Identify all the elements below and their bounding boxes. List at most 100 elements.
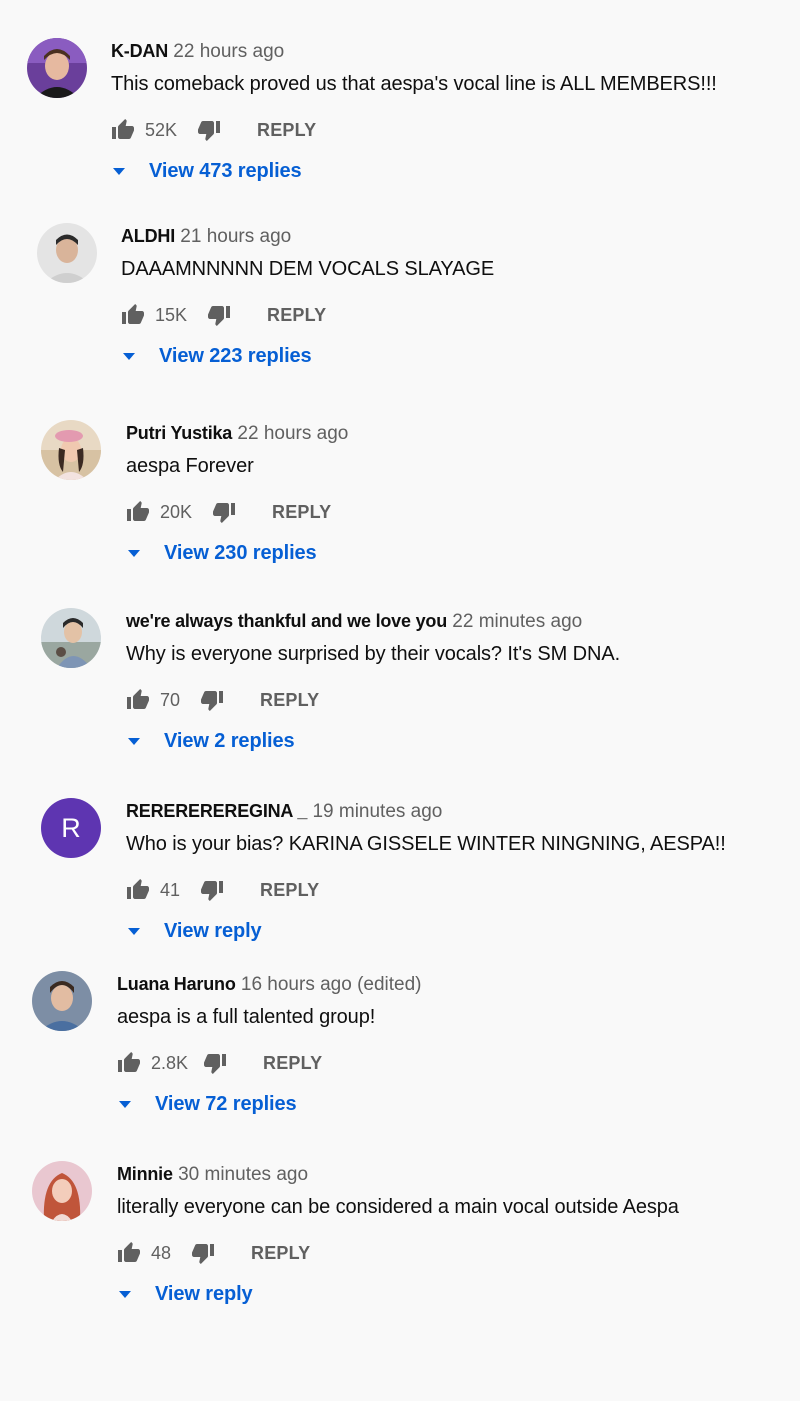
author-name[interactable]: Minnie	[117, 1164, 173, 1184]
reply-button[interactable]: REPLY	[260, 880, 319, 901]
reply-button[interactable]: REPLY	[267, 305, 326, 326]
comment-header: Putri Yustika 22 hours ago	[126, 420, 348, 447]
chevron-down-icon	[128, 737, 140, 745]
comment-actions: 41 REPLY	[126, 876, 319, 904]
author-name[interactable]: REREREREREGINA _	[126, 801, 307, 821]
comment-header: Minnie 30 minutes ago	[117, 1161, 308, 1188]
author-avatar[interactable]	[32, 971, 92, 1031]
like-icon[interactable]	[117, 1241, 141, 1265]
author-avatar[interactable]	[41, 420, 101, 480]
view-replies-label: View reply	[164, 919, 262, 942]
comment-header: ALDHI 21 hours ago	[121, 223, 291, 250]
dislike-icon[interactable]	[212, 500, 236, 524]
comment-text: Who is your bias? KARINA GISSELE WINTER …	[126, 833, 726, 855]
author-name[interactable]: ALDHI	[121, 226, 175, 246]
comment-thread: R REREREREREGINA _ 19 minutes ago Who is…	[0, 798, 800, 958]
comment-actions: 15K REPLY	[121, 301, 326, 329]
avatar-man-blue-icon	[32, 971, 92, 1031]
like-icon[interactable]	[117, 1051, 141, 1075]
comment-text: DAAAMNNNNN DEM VOCALS SLAYAGE	[121, 258, 495, 280]
comment-actions: 20K REPLY	[126, 498, 331, 526]
comment-text: This comeback proved us that aespa's voc…	[111, 73, 717, 95]
like-count: 15K	[155, 304, 188, 325]
comment-timestamp[interactable]: 22 minutes ago	[452, 611, 582, 632]
comment-timestamp[interactable]: 22 hours ago	[237, 423, 348, 444]
view-replies-button[interactable]: View reply	[126, 918, 262, 944]
avatar-letter: R	[61, 813, 81, 843]
comment-thread: K-DAN 22 hours ago This comeback proved …	[0, 38, 800, 198]
reply-button[interactable]: REPLY	[272, 502, 331, 523]
like-icon[interactable]	[126, 500, 150, 524]
author-name[interactable]: K-DAN	[111, 41, 168, 61]
author-name[interactable]: Luana Haruno	[117, 974, 236, 994]
reply-button[interactable]: REPLY	[263, 1053, 322, 1074]
comment-header: we're always thankful and we love you 22…	[126, 608, 582, 635]
dislike-icon[interactable]	[191, 1241, 215, 1265]
comment-thread: Putri Yustika 22 hours ago aespa Forever…	[0, 420, 800, 580]
like-icon[interactable]	[121, 303, 145, 327]
avatar-man-light-icon	[37, 223, 97, 283]
comment-timestamp[interactable]: 30 minutes ago	[178, 1164, 308, 1185]
dislike-icon[interactable]	[200, 688, 224, 712]
view-replies-button[interactable]: View reply	[117, 1281, 253, 1307]
comment-thread: ALDHI 21 hours ago DAAAMNNNNN DEM VOCALS…	[0, 223, 800, 383]
avatar-person-outdoor-icon	[41, 608, 101, 668]
comment-text: aespa Forever	[126, 455, 254, 477]
view-replies-label: View 72 replies	[155, 1092, 297, 1115]
dislike-icon[interactable]	[207, 303, 231, 327]
comment-timestamp[interactable]: 16 hours ago (edited)	[241, 974, 422, 995]
chevron-down-icon	[113, 167, 125, 175]
view-replies-button[interactable]: View 473 replies	[111, 158, 302, 184]
author-name[interactable]: Putri Yustika	[126, 423, 232, 443]
view-replies-label: View 230 replies	[164, 541, 317, 564]
author-name[interactable]: we're always thankful and we love you	[126, 611, 447, 631]
author-avatar[interactable]	[32, 1161, 92, 1221]
dislike-icon[interactable]	[200, 878, 224, 902]
chevron-down-icon	[119, 1290, 131, 1298]
author-avatar[interactable]	[41, 608, 101, 668]
author-avatar[interactable]	[37, 223, 97, 283]
view-replies-button[interactable]: View 230 replies	[126, 540, 317, 566]
comment-timestamp[interactable]: 22 hours ago	[173, 41, 284, 62]
view-replies-label: View 473 replies	[149, 159, 302, 182]
like-count: 41	[160, 879, 181, 900]
author-avatar[interactable]: R	[41, 798, 101, 858]
chevron-down-icon	[128, 927, 140, 935]
like-count: 70	[160, 689, 181, 710]
comment-text: aespa is a full talented group!	[117, 1006, 376, 1028]
like-count: 48	[151, 1242, 172, 1263]
chevron-down-icon	[128, 549, 140, 557]
like-count: 20K	[160, 501, 193, 522]
comment-text: literally everyone can be considered a m…	[117, 1196, 679, 1218]
like-icon[interactable]	[126, 688, 150, 712]
like-icon[interactable]	[126, 878, 150, 902]
comment-thread: we're always thankful and we love you 22…	[0, 608, 800, 768]
view-replies-label: View 223 replies	[159, 344, 312, 367]
view-replies-button[interactable]: View 72 replies	[117, 1091, 297, 1117]
like-icon[interactable]	[111, 118, 135, 142]
reply-button[interactable]: REPLY	[251, 1243, 310, 1264]
comment-actions: 2.8K REPLY	[117, 1049, 322, 1077]
comment-header: REREREREREGINA _ 19 minutes ago	[126, 798, 442, 825]
comment-timestamp[interactable]: 19 minutes ago	[312, 801, 442, 822]
reply-button[interactable]: REPLY	[257, 120, 316, 141]
view-replies-button[interactable]: View 2 replies	[126, 728, 295, 754]
avatar-woman-pink-hat-icon	[41, 420, 101, 480]
comment-header: K-DAN 22 hours ago	[111, 38, 284, 65]
view-replies-label: View reply	[155, 1282, 253, 1305]
chevron-down-icon	[123, 352, 135, 360]
comment-actions: 48 REPLY	[117, 1239, 310, 1267]
chevron-down-icon	[119, 1100, 131, 1108]
dislike-icon[interactable]	[203, 1051, 227, 1075]
view-replies-label: View 2 replies	[164, 729, 295, 752]
avatar-man-dark-shirt-icon	[27, 38, 87, 98]
comment-actions: 52K REPLY	[111, 116, 316, 144]
author-avatar[interactable]	[27, 38, 87, 98]
dislike-icon[interactable]	[197, 118, 221, 142]
comment-timestamp[interactable]: 21 hours ago	[180, 226, 291, 247]
view-replies-button[interactable]: View 223 replies	[121, 343, 312, 369]
comment-header: Luana Haruno 16 hours ago (edited)	[117, 971, 422, 998]
comment-actions: 70 REPLY	[126, 686, 319, 714]
avatar-woman-red-hair-icon	[32, 1161, 92, 1221]
reply-button[interactable]: REPLY	[260, 690, 319, 711]
